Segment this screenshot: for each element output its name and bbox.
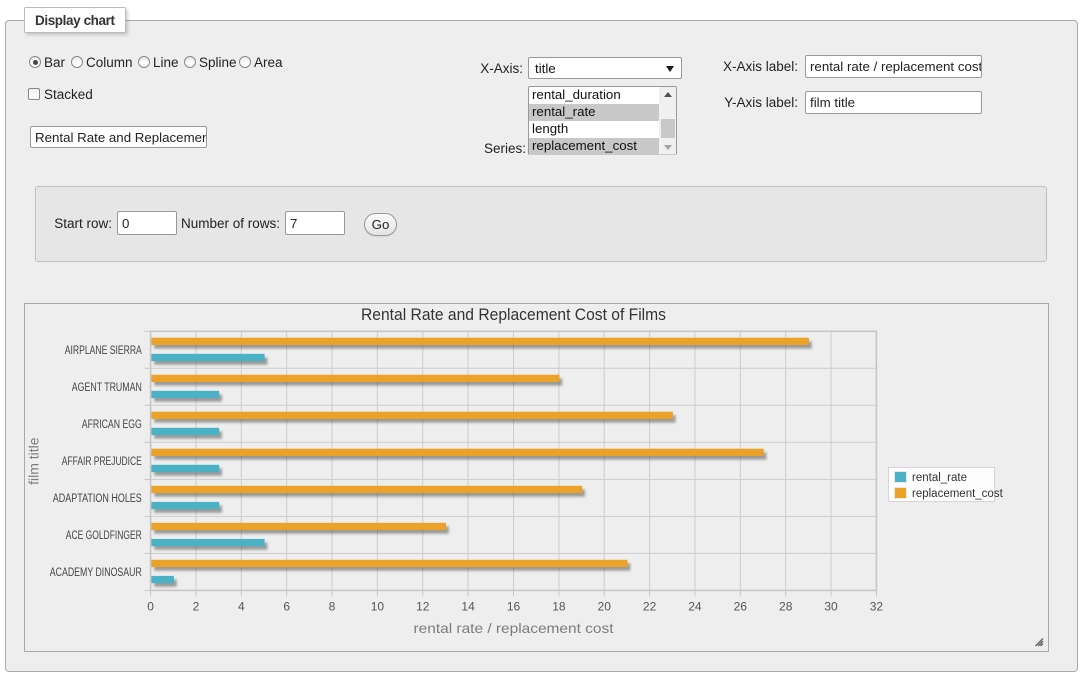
svg-text:film title: film title	[26, 437, 42, 485]
svg-text:24: 24	[688, 600, 702, 614]
svg-text:14: 14	[461, 600, 475, 614]
svg-text:28: 28	[779, 600, 793, 614]
svg-text:ADAPTATION HOLES: ADAPTATION HOLES	[53, 493, 142, 505]
svg-text:replacement_cost: replacement_cost	[912, 488, 1004, 500]
svg-text:26: 26	[734, 600, 748, 614]
svg-text:rental_rate: rental_rate	[912, 472, 967, 484]
svg-text:10: 10	[371, 600, 385, 614]
svg-text:Rental Rate and Replacement Co: Rental Rate and Replacement Cost of Film…	[361, 305, 666, 324]
svg-text:18: 18	[552, 600, 566, 614]
svg-text:AFFAIR PREJUDICE: AFFAIR PREJUDICE	[62, 456, 142, 468]
svg-text:4: 4	[238, 600, 245, 614]
svg-text:8: 8	[329, 600, 336, 614]
svg-text:rental rate / replacement cost: rental rate / replacement cost	[414, 620, 614, 636]
svg-text:20: 20	[598, 600, 612, 614]
svg-text:6: 6	[283, 600, 290, 614]
svg-text:AIRPLANE SIERRA: AIRPLANE SIERRA	[65, 345, 142, 357]
svg-text:16: 16	[507, 600, 521, 614]
svg-text:ACE GOLDFINGER: ACE GOLDFINGER	[66, 530, 142, 542]
svg-text:32: 32	[870, 600, 884, 614]
svg-text:22: 22	[643, 600, 657, 614]
svg-text:12: 12	[416, 600, 430, 614]
svg-text:30: 30	[824, 600, 838, 614]
svg-text:2: 2	[193, 600, 200, 614]
svg-text:ACADEMY DINOSAUR: ACADEMY DINOSAUR	[50, 567, 142, 579]
svg-text:0: 0	[147, 600, 154, 614]
svg-text:AFRICAN EGG: AFRICAN EGG	[82, 419, 142, 431]
svg-text:AGENT TRUMAN: AGENT TRUMAN	[72, 382, 142, 394]
